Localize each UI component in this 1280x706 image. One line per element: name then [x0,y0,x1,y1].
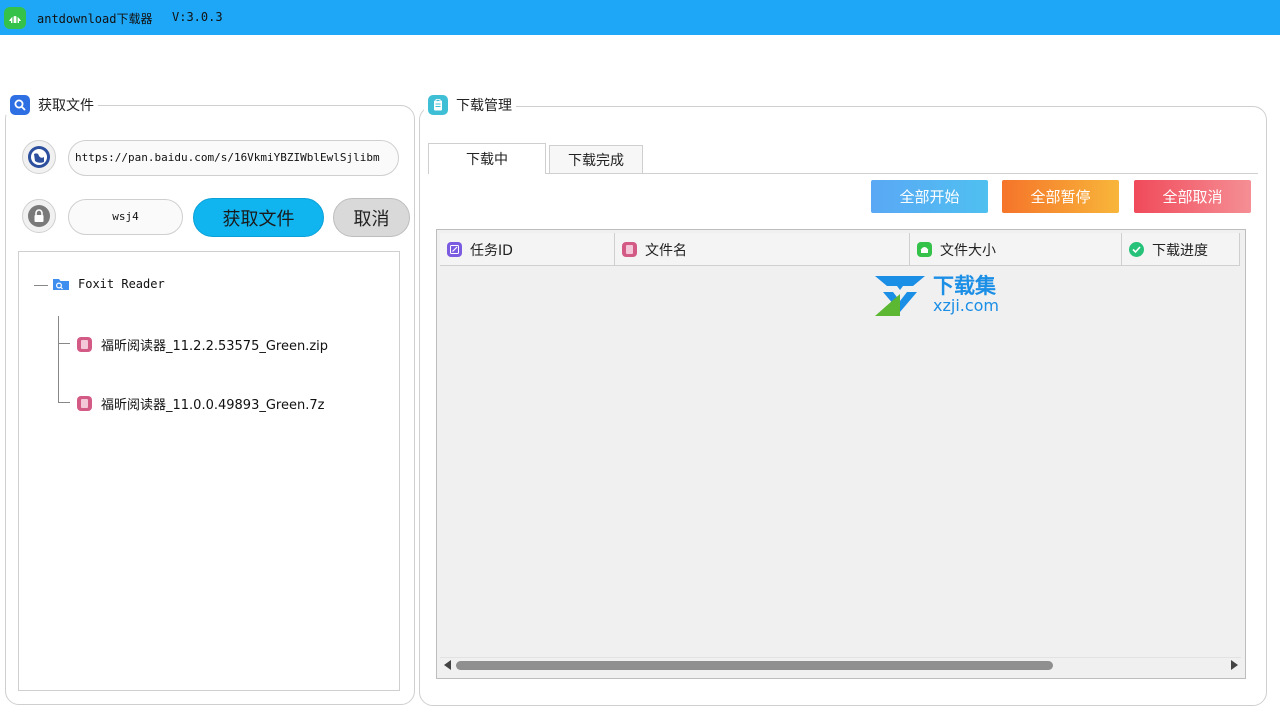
column-header-filename[interactable]: 文件名 [615,233,910,266]
search-icon [10,95,30,115]
tree-item-file[interactable]: 福昕阅读器_11.2.2.53575_Green.zip [77,335,328,354]
tree-item-label: 福昕阅读器_11.0.0.49893_Green.7z [101,398,325,413]
tree-child-connector [58,402,70,403]
watermark-logo-icon [873,272,927,318]
tree-item-label: 福昕阅读器_11.2.2.53575_Green.zip [101,339,329,354]
fetch-files-title: 获取文件 [38,98,94,114]
tree-root-item[interactable]: Foxit Reader [52,276,165,291]
app-version: V:3.0.3 [172,10,223,24]
column-header-label: 下载进度 [1152,242,1208,259]
table-body [440,267,1241,657]
globe-icon [22,140,56,174]
column-header-progress[interactable]: 下载进度 [1122,233,1240,266]
lock-icon [22,199,56,233]
tree-vertical-connector [58,316,59,402]
column-header-label: 任务ID [470,242,513,259]
tab-panel-border [428,173,1258,174]
app-icon [4,7,26,29]
tab-downloading[interactable]: 下载中 [428,143,546,174]
column-header-filesize[interactable]: 文件大小 [910,233,1122,266]
watermark-text: 下载集 xzji.com [933,275,999,315]
password-input[interactable]: wsj4 [68,199,183,235]
folder-search-icon [52,276,70,291]
tree-item-file[interactable]: 福昕阅读器_11.0.0.49893_Green.7z [77,394,324,413]
fetch-files-button[interactable]: 获取文件 [193,198,324,237]
tree-root-label: Foxit Reader [78,276,165,291]
clipboard-icon [428,95,448,115]
cancel-button[interactable]: 取消 [333,198,410,237]
start-all-button[interactable]: 全部开始 [871,180,988,213]
column-header-task-id[interactable]: 任务ID [440,233,615,266]
tree-root-connector [34,285,48,286]
file-tree [18,251,400,691]
file-icon [77,337,92,352]
watermark-title: 下载集 [933,274,996,298]
url-input[interactable]: https://pan.baidu.com/s/16VkmiYBZIWblEwl… [68,140,399,176]
drive-icon [917,242,932,257]
file-icon [622,242,637,257]
check-icon [1129,242,1144,257]
app-title: antdownload下载器 [37,12,153,26]
column-header-label: 文件名 [645,242,687,259]
watermark-domain: xzji.com [933,296,1000,315]
scroll-right-icon[interactable] [1231,660,1238,670]
cancel-all-button[interactable]: 全部取消 [1134,180,1251,213]
file-icon [77,396,92,411]
watermark: 下载集 xzji.com [873,272,999,318]
download-manager-legend: 下载管理 [424,95,516,115]
edit-icon [447,242,462,257]
tree-child-connector [58,343,70,344]
pause-all-button[interactable]: 全部暂停 [1002,180,1119,213]
scrollbar-thumb[interactable] [456,661,1053,670]
download-manager-title: 下载管理 [456,98,512,114]
fetch-files-legend: 获取文件 [6,95,98,115]
tab-completed[interactable]: 下载完成 [549,145,643,173]
column-header-label: 文件大小 [940,242,996,259]
scroll-left-icon[interactable] [444,660,451,670]
